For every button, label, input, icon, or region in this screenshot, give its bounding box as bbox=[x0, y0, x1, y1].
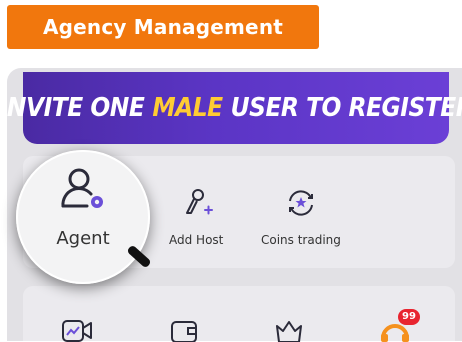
video-stats-icon[interactable] bbox=[60, 318, 94, 342]
page-title: Agency Management bbox=[7, 5, 319, 49]
notification-badge: 99 bbox=[398, 309, 420, 325]
crown-icon[interactable] bbox=[272, 318, 306, 342]
coins-trading-button[interactable]: Coins trading bbox=[261, 186, 341, 247]
add-host-label: Add Host bbox=[169, 233, 224, 247]
agent-icon bbox=[61, 168, 103, 208]
wallet-icon[interactable] bbox=[168, 318, 202, 342]
banner-text-before: INVITE ONE bbox=[7, 93, 145, 123]
invite-banner[interactable]: INVITE ONE MALE USER TO REGISTER bbox=[7, 72, 462, 144]
add-host-icon bbox=[186, 189, 214, 215]
banner-text-highlight: MALE bbox=[152, 93, 223, 123]
agent-button[interactable]: Agent bbox=[16, 150, 150, 284]
add-host-button[interactable]: Add Host bbox=[169, 186, 223, 247]
coins-trading-label: Coins trading bbox=[261, 233, 341, 247]
coins-trading-icon bbox=[288, 190, 313, 216]
banner-text-after: USER TO REGISTER bbox=[230, 93, 462, 123]
